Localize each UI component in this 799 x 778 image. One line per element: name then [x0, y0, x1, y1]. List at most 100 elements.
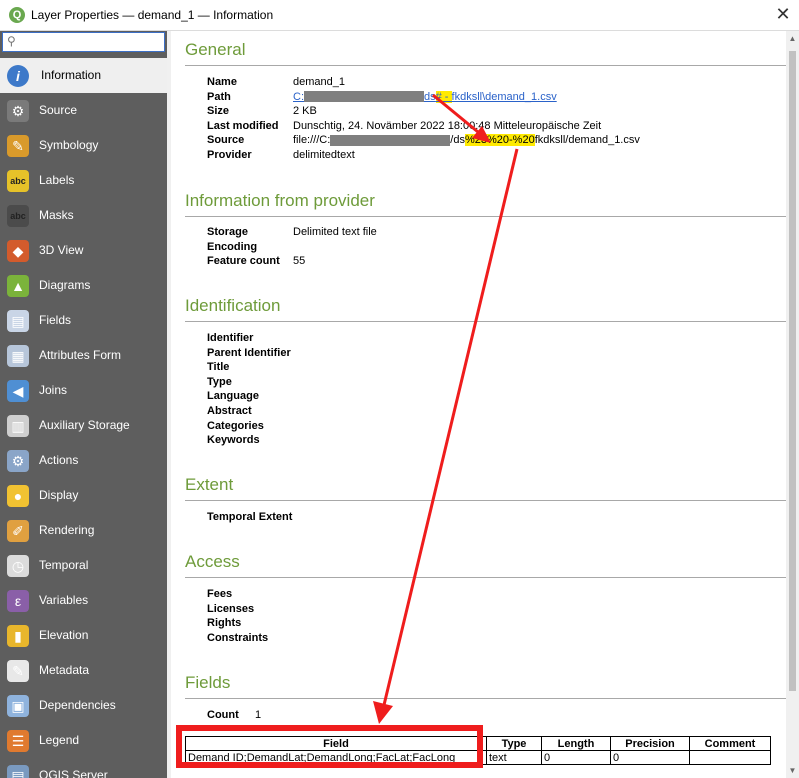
feature-count-value: 55	[293, 255, 306, 268]
sidebar-item-auxiliary-storage[interactable]: ▥ Auxiliary Storage	[0, 408, 167, 443]
auxiliary-storage-icon: ▥	[7, 415, 29, 437]
sidebar-item-label: 3D View	[39, 243, 84, 257]
section-heading: Information from provider	[185, 191, 375, 210]
section-heading: Identification	[185, 296, 281, 315]
sidebar-item-display[interactable]: ● Display	[0, 478, 167, 513]
fees-label: Fees	[207, 588, 233, 600]
path-middle: ds	[424, 90, 436, 103]
table-row: Demand ID;DemandLat;DemandLong;FacLat;Fa…	[185, 750, 771, 765]
identification-row: Identifier	[207, 331, 293, 346]
name-value: demand_1	[293, 76, 345, 88]
sidebar-item-qgis-server[interactable]: ▤ QGIS Server	[0, 758, 167, 778]
temporal-extent-label: Temporal Extent	[207, 511, 293, 523]
sidebar-item-attributes-form[interactable]: ▦ Attributes Form	[0, 338, 167, 373]
identification-row: Keywords	[207, 433, 293, 448]
close-button[interactable]: ✕	[773, 4, 793, 24]
section-access: Access	[185, 549, 786, 578]
divider	[185, 216, 786, 217]
divider	[185, 321, 786, 322]
section-heading: Access	[185, 552, 240, 571]
sidebar-item-actions[interactable]: ⚙ Actions	[0, 443, 167, 478]
table-header-row: Field Type Length Precision Comment	[185, 736, 771, 751]
sidebar-item-label: Temporal	[39, 558, 89, 572]
constraints-label: Constraints	[207, 631, 269, 644]
column-header-comment: Comment	[689, 736, 771, 751]
sidebar-item-label: Elevation	[39, 628, 89, 642]
title-label: Title	[207, 361, 230, 374]
size-label: Size	[207, 105, 230, 118]
3d-view-icon: ◆	[7, 240, 29, 262]
fields-table: Field Type Length Precision Comment Dema…	[185, 736, 771, 765]
information-icon: i	[7, 65, 29, 87]
identification-properties: Identifier Parent Identifier Title Type …	[207, 331, 293, 448]
modified-label: Last modified	[207, 119, 279, 132]
column-header-type: Type	[486, 736, 542, 751]
storage-label: Storage	[207, 226, 248, 238]
sidebar-item-variables[interactable]: ε Variables	[0, 583, 167, 618]
section-heading: Fields	[185, 673, 231, 692]
rights-label: Rights	[207, 617, 242, 630]
sidebar-item-label: Information	[41, 68, 102, 82]
name-label: Name	[207, 76, 237, 88]
sidebar-item-masks[interactable]: abc Masks	[0, 198, 167, 233]
sidebar-item-elevation[interactable]: ▮ Elevation	[0, 618, 167, 653]
identification-row: Type	[207, 375, 293, 390]
scroll-thumb[interactable]	[789, 51, 796, 691]
section-heading: Extent	[185, 475, 234, 494]
search-input[interactable]	[25, 34, 164, 52]
window-title: Layer Properties — demand_1 — Informatio…	[31, 8, 274, 22]
sidebar-list: i Information ⚙ Source ✎ Symbology abc Labels ab…	[0, 58, 167, 778]
sidebar-item-symbology[interactable]: ✎ Symbology	[0, 128, 167, 163]
section-extent: Extent	[185, 472, 786, 501]
provider-row: Provider delimitedtext	[207, 148, 640, 163]
sidebar-item-labels[interactable]: abc Labels	[0, 163, 167, 198]
scroll-up-icon[interactable]: ▲	[788, 34, 797, 43]
fields-properties: Count 1	[207, 708, 261, 723]
path-link[interactable]: C: ds# - fkdksll\demand_1.csv	[293, 90, 557, 105]
divider	[185, 500, 786, 501]
categories-label: Categories	[207, 419, 264, 432]
sidebar-item-label: Auxiliary Storage	[39, 418, 130, 432]
name-row: Name demand_1	[207, 75, 640, 90]
variables-icon: ε	[7, 590, 29, 612]
sidebar-item-label: Display	[39, 488, 79, 502]
field-comment-cell	[689, 750, 771, 765]
divider	[185, 65, 786, 66]
keywords-label: Keywords	[207, 434, 260, 447]
identification-row: Categories	[207, 419, 293, 434]
scroll-down-icon[interactable]: ▼	[788, 766, 797, 775]
sidebar-item-legend[interactable]: ☰ Legend	[0, 723, 167, 758]
sidebar-item-metadata[interactable]: ✎ Metadata	[0, 653, 167, 688]
fields-icon: ▤	[7, 310, 29, 332]
encoding-label: Encoding	[207, 240, 258, 253]
sidebar-item-source[interactable]: ⚙ Source	[0, 93, 167, 128]
sidebar-item-label: Legend	[39, 733, 80, 747]
field-type-cell: text	[486, 750, 542, 765]
path-row: Path C: ds# - fkdksll\demand_1.csv	[207, 90, 640, 105]
sidebar-item-3d-view[interactable]: ◆ 3D View	[0, 233, 167, 268]
symbology-icon: ✎	[7, 135, 29, 157]
fields-count-row: Count 1	[207, 708, 261, 723]
sidebar-item-fields[interactable]: ▤ Fields	[0, 303, 167, 338]
identification-row: Title	[207, 360, 293, 375]
sidebar-item-label: Source	[39, 103, 78, 117]
information-panel: General Name demand_1 Path C: ds# - fkdksll…	[171, 31, 786, 778]
source-prefix: file:///C:	[293, 134, 331, 147]
sidebar-item-dependencies[interactable]: ▣ Dependencies	[0, 688, 167, 723]
path-suffix: fkdksll\demand_1.csv	[451, 90, 557, 103]
identifier-label: Identifier	[207, 332, 254, 344]
size-row: Size 2 KB	[207, 104, 640, 119]
sidebar-item-rendering[interactable]: ✐ Rendering	[0, 513, 167, 548]
sidebar-item-information[interactable]: i Information	[0, 58, 167, 93]
vertical-scrollbar[interactable]: ▲ ▼	[786, 31, 799, 778]
search-box[interactable]: ⚲	[2, 32, 165, 52]
sidebar-item-label: Dependencies	[39, 698, 116, 712]
sidebar-item-joins[interactable]: ◀ Joins	[0, 373, 167, 408]
section-identification: Identification	[185, 293, 786, 322]
sidebar-item-label: Actions	[39, 453, 79, 467]
divider	[185, 577, 786, 578]
sidebar-item-temporal[interactable]: ◷ Temporal	[0, 548, 167, 583]
sidebar-item-label: Labels	[39, 173, 75, 187]
sidebar-item-diagrams[interactable]: ▲ Diagrams	[0, 268, 167, 303]
identification-row: Parent Identifier	[207, 346, 293, 361]
